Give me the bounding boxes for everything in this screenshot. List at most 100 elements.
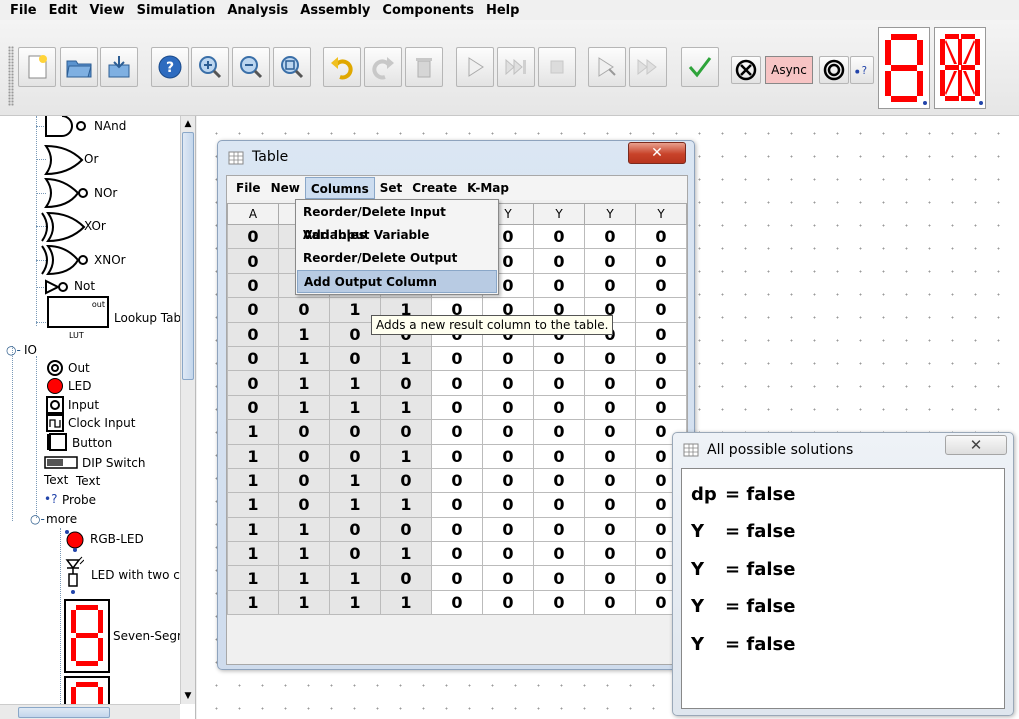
input-cell[interactable]: 1 <box>380 443 432 469</box>
tree-item-or[interactable]: Or <box>84 152 98 166</box>
input-cell[interactable]: 1 <box>278 394 330 421</box>
output-cell[interactable]: 0 <box>482 565 534 591</box>
output-cell[interactable]: 0 <box>584 370 636 396</box>
input-cell[interactable]: 0 <box>227 345 279 372</box>
menu-item-reorder-delete-inputs[interactable]: Reorder/Delete Input Variables <box>297 201 497 242</box>
input-cell[interactable]: 1 <box>278 370 330 396</box>
output-cell[interactable]: 0 <box>533 248 585 274</box>
input-cell[interactable]: 0 <box>278 297 330 323</box>
input-cell[interactable]: 0 <box>278 492 330 518</box>
output-cell[interactable]: 0 <box>584 467 636 494</box>
tree-group-more[interactable]: more <box>46 512 77 526</box>
output-cell[interactable]: 0 <box>635 248 687 274</box>
menu-simulation[interactable]: Simulation <box>131 3 222 18</box>
output-cell[interactable]: 0 <box>635 394 687 421</box>
open-button[interactable] <box>60 47 98 87</box>
output-cell[interactable]: 0 <box>584 223 636 250</box>
tree-group-io[interactable]: IO <box>24 343 37 357</box>
save-button[interactable] <box>100 47 138 87</box>
tree-item-text[interactable]: Text <box>76 474 100 488</box>
menu-view[interactable]: View <box>83 3 130 18</box>
step-button[interactable] <box>497 47 535 87</box>
input-cell[interactable]: 1 <box>227 443 279 469</box>
tree-item-led-two-connections[interactable]: LED with two co <box>91 568 187 582</box>
input-cell[interactable]: 0 <box>329 516 381 543</box>
output-cell[interactable]: 0 <box>635 223 687 250</box>
input-cell[interactable]: 1 <box>227 541 279 567</box>
play-button[interactable] <box>456 47 494 87</box>
input-cell[interactable]: 0 <box>227 394 279 421</box>
stop-button[interactable] <box>538 47 576 87</box>
menu-analysis[interactable]: Analysis <box>221 3 294 18</box>
menu-item-add-input-variable[interactable]: Add Input Variable <box>297 224 497 247</box>
output-cell[interactable]: 0 <box>431 443 483 469</box>
output-cell[interactable]: 0 <box>431 467 483 494</box>
output-cell[interactable]: 0 <box>482 419 534 445</box>
tree-item-out[interactable]: Out <box>68 361 90 375</box>
input-cell[interactable]: 1 <box>278 565 330 591</box>
input-cell[interactable]: 0 <box>380 516 432 543</box>
output-cell[interactable]: 0 <box>533 589 585 616</box>
input-cell[interactable]: 0 <box>227 272 279 299</box>
scroll-thumb[interactable] <box>182 132 194 380</box>
menu-item-reorder-delete-outputs[interactable]: Reorder/Delete Output Columns <box>297 247 497 288</box>
tree-item-dip-switch[interactable]: DIP Switch <box>82 456 146 470</box>
output-cell[interactable]: 0 <box>482 370 534 396</box>
menu-item-add-output-column[interactable]: Add Output Column <box>297 270 497 293</box>
output-cell[interactable]: 0 <box>431 516 483 543</box>
tree-item-seven-segment[interactable]: Seven-Segm <box>113 629 189 643</box>
output-cell[interactable]: 0 <box>533 370 585 396</box>
menu-help[interactable]: Help <box>480 3 525 18</box>
input-cell[interactable]: 1 <box>278 541 330 567</box>
output-cell[interactable]: 0 <box>533 345 585 372</box>
column-header[interactable]: A <box>227 203 279 225</box>
output-cell[interactable]: 0 <box>584 565 636 591</box>
input-cell[interactable]: 0 <box>227 370 279 396</box>
zoom-fit-button[interactable] <box>273 47 311 87</box>
table-menu-kmap[interactable]: K-Map <box>462 177 514 199</box>
input-cell[interactable]: 1 <box>329 589 381 616</box>
output-cell[interactable]: 0 <box>584 492 636 518</box>
tree-item-probe[interactable]: Probe <box>62 493 96 507</box>
output-cell[interactable]: 0 <box>482 467 534 494</box>
output-cell[interactable]: 0 <box>635 370 687 396</box>
tree-item-led[interactable]: LED <box>68 379 92 393</box>
output-cell[interactable]: 0 <box>482 492 534 518</box>
input-cell[interactable]: 0 <box>380 565 432 591</box>
input-cell[interactable]: 1 <box>278 321 330 347</box>
zoom-out-button[interactable] <box>232 47 270 87</box>
solutions-close-button[interactable]: ✕ <box>945 435 1007 455</box>
hscroll-thumb[interactable] <box>18 707 110 718</box>
input-cell[interactable]: 0 <box>380 419 432 445</box>
tree-item-not[interactable]: Not <box>74 279 95 293</box>
output-cell[interactable]: 0 <box>533 565 585 591</box>
output-cell[interactable]: 0 <box>431 589 483 616</box>
tree-item-nand[interactable]: NAnd <box>94 119 126 133</box>
input-cell[interactable]: 0 <box>278 443 330 469</box>
output-cell[interactable]: 0 <box>533 223 585 250</box>
output-cell[interactable]: 0 <box>431 492 483 518</box>
input-cell[interactable]: 1 <box>329 370 381 396</box>
measure-button[interactable]: ? <box>850 56 874 84</box>
clear-button[interactable] <box>731 56 761 84</box>
output-cell[interactable]: 0 <box>482 443 534 469</box>
input-cell[interactable]: 1 <box>227 492 279 518</box>
input-cell[interactable]: 1 <box>227 467 279 494</box>
column-header[interactable]: Y <box>584 203 636 225</box>
input-cell[interactable]: 0 <box>329 541 381 567</box>
menu-file[interactable]: File <box>4 3 43 18</box>
input-cell[interactable]: 1 <box>227 419 279 445</box>
menu-components[interactable]: Components <box>376 3 480 18</box>
output-cell[interactable]: 0 <box>533 443 585 469</box>
table-menu-set[interactable]: Set <box>375 177 408 199</box>
input-cell[interactable]: 1 <box>278 589 330 616</box>
output-cell[interactable]: 0 <box>482 394 534 421</box>
tree-expand-io-icon[interactable]: ○- <box>6 343 21 357</box>
output-cell[interactable]: 0 <box>635 272 687 299</box>
output-cell[interactable]: 0 <box>431 370 483 396</box>
input-cell[interactable]: 0 <box>380 370 432 396</box>
tree-item-button[interactable]: Button <box>72 436 112 450</box>
async-button[interactable]: Async <box>765 56 813 84</box>
table-menu-columns[interactable]: Columns <box>304 177 375 199</box>
output-cell[interactable]: 0 <box>584 248 636 274</box>
